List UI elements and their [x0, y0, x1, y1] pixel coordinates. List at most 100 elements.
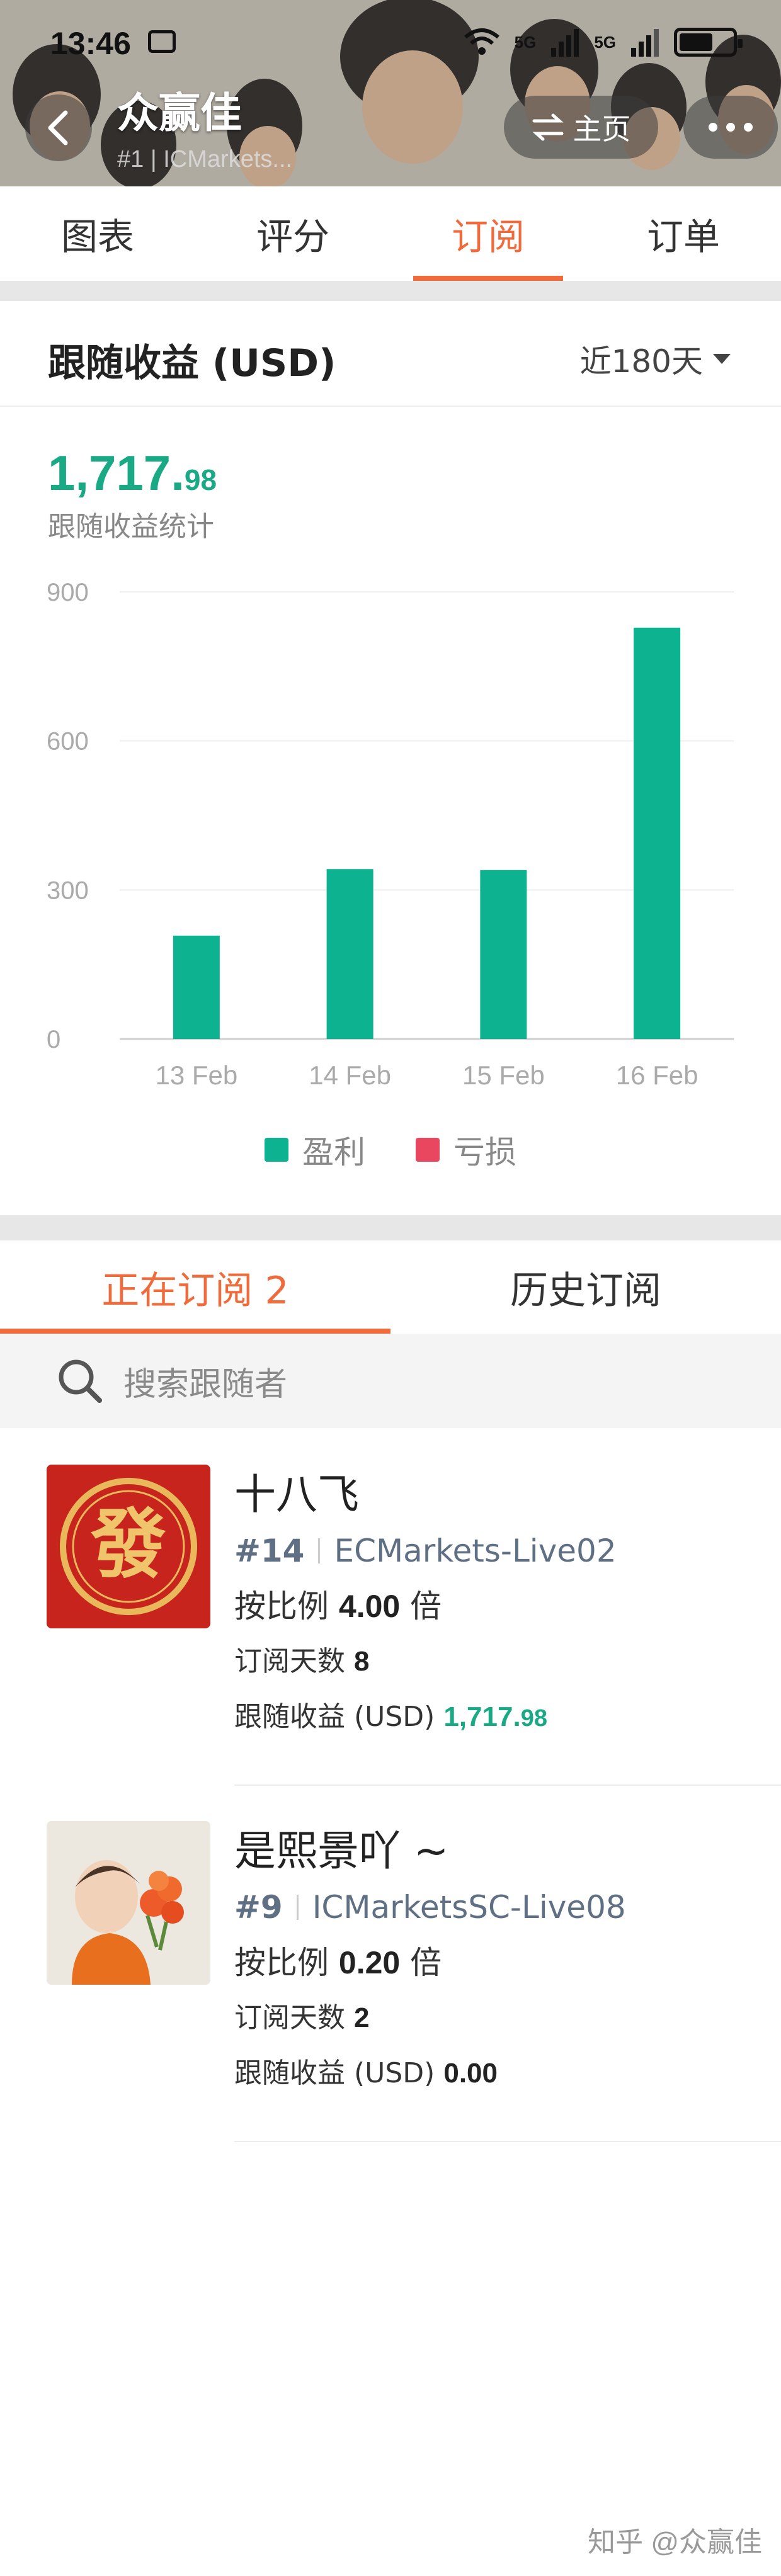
x-tick-label: 15 Feb [462, 1060, 545, 1090]
ratio-value: 4.00 [338, 1589, 401, 1624]
x-tick-label: 14 Feb [309, 1060, 391, 1090]
back-button[interactable] [25, 94, 92, 161]
x-tick-label: 13 Feb [155, 1060, 237, 1090]
caret-down-icon [713, 354, 731, 364]
profit-value: 1,717.98 [443, 1701, 547, 1732]
days-label: 订阅天数 [234, 2002, 345, 2034]
ratio-unit: 倍 [410, 1944, 442, 1981]
ratio-row: 按比例 4.00 倍 [234, 1584, 781, 1628]
chart-legend: 盈利 亏损 [0, 1127, 781, 1172]
ratio-row: 按比例 0.20 倍 [234, 1941, 781, 1985]
page-title: 众赢佳 [117, 89, 242, 137]
header-banner: 13:46 5G 5G 众赢佳 #1 | ICMarkets... 主页 [0, 0, 781, 186]
subscriber-broker: ICMarketsSC-Live08 [312, 1889, 626, 1926]
y-tick-label: 300 [47, 877, 89, 904]
tab-rating[interactable]: 评分 [195, 186, 390, 281]
y-tick-label: 0 [47, 1026, 60, 1053]
subscriber-account: #9 ICMarketsSC-Live08 [234, 1885, 781, 1929]
legend-item-profit[interactable]: 盈利 [265, 1127, 365, 1172]
ratio-unit: 倍 [410, 1588, 442, 1625]
separator [318, 1538, 321, 1563]
search-icon [55, 1356, 105, 1405]
bar-16-feb[interactable] [634, 627, 681, 1039]
ratio-label: 按比例 [234, 1944, 329, 1981]
battery-icon [674, 28, 743, 57]
days-label: 订阅天数 [234, 1645, 345, 1677]
home-button[interactable]: 主页 [504, 96, 658, 159]
signal-2-icon [631, 29, 659, 57]
tab-history-subscriptions[interactable]: 历史订阅 [390, 1240, 781, 1334]
profit-label: 跟随收益 (USD) [234, 1701, 435, 1733]
earnings-bar-chart: 0 300 600 900 13 Feb 14 Feb 15 Feb 16 Feb [47, 579, 734, 1090]
subscriber-info: 十八飞 #14 ECMarkets-Live02 按比例 4.00 倍 订阅天数… [234, 1465, 781, 1739]
search-bar[interactable]: 搜索跟随者 [0, 1334, 781, 1428]
profit-decimal: 98 [520, 1705, 547, 1732]
search-placeholder: 搜索跟随者 [123, 1365, 288, 1404]
bar-13-feb[interactable] [173, 935, 220, 1039]
profit-integer: 0.00 [443, 2058, 498, 2089]
days-row: 订阅天数 2 [234, 1996, 781, 2040]
subscriber-account: #14 ECMarkets-Live02 [234, 1529, 781, 1573]
section-divider [0, 1215, 781, 1240]
chart-y-ticks: 0 300 600 900 [47, 579, 89, 1053]
legend-label-loss: 亏损 [453, 1134, 516, 1171]
chevron-left-icon [48, 110, 68, 145]
signal-1-icon [551, 29, 579, 57]
signal-1-label: 5G [514, 32, 537, 52]
y-tick-label: 900 [47, 579, 89, 606]
ratio-label: 按比例 [234, 1588, 329, 1625]
profit-value: 0.00 [443, 2058, 498, 2089]
total-earnings: 1,717.98 [48, 445, 217, 502]
ratio-value: 0.20 [338, 1945, 401, 1980]
profit-integer: 1,717. [443, 1701, 521, 1732]
total-earnings-integer: 1,717. [48, 445, 185, 501]
more-dot-icon [726, 123, 735, 132]
days-value: 2 [354, 2002, 370, 2033]
legend-swatch-loss [416, 1138, 440, 1162]
signal-2-label: 5G [594, 32, 616, 52]
subscriber-name: 十八飞 [234, 1470, 359, 1519]
status-bar: 13:46 5G 5G [0, 0, 781, 76]
list-item[interactable]: 是熙景吖 ~ #9 ICMarketsSC-Live08 按比例 0.20 倍 … [0, 1786, 781, 2142]
status-icons: 5G 5G [463, 26, 743, 58]
avatar[interactable]: 發 [47, 1465, 210, 1628]
total-earnings-decimal: 98 [184, 463, 217, 496]
legend-item-loss[interactable]: 亏损 [416, 1127, 516, 1172]
more-button[interactable] [683, 96, 778, 159]
tab-subscription[interactable]: 订阅 [390, 186, 586, 281]
bar-15-feb[interactable] [480, 870, 527, 1039]
profit-row: 跟随收益 (USD) 0.00 [234, 2051, 781, 2096]
subscriber-rank: #14 [234, 1533, 305, 1569]
page-subtitle: #1 | ICMarkets... [117, 146, 293, 173]
subscriber-broker: ECMarkets-Live02 [334, 1533, 617, 1569]
chart-x-ticks: 13 Feb 14 Feb 15 Feb 16 Feb [155, 1060, 698, 1090]
watermark: 知乎 @众赢佳 [588, 2527, 762, 2558]
list-item[interactable]: 發 十八飞 #14 ECMarkets-Live02 按比例 4.00 倍 订阅… [0, 1429, 781, 1786]
legend-swatch-profit [265, 1138, 288, 1162]
range-label: 近180天 [579, 343, 703, 380]
profit-row: 跟随收益 (USD) 1,717.98 [234, 1695, 781, 1739]
avatar[interactable] [47, 1821, 210, 1985]
home-label: 主页 [573, 112, 631, 146]
child-photo-icon [47, 1821, 210, 1985]
subscriber-rank: #9 [234, 1889, 283, 1926]
tab-current-subscriptions[interactable]: 正在订阅 2 [0, 1240, 390, 1334]
range-dropdown[interactable]: 近180天 [580, 336, 731, 382]
subscriber-info: 是熙景吖 ~ #9 ICMarketsSC-Live08 按比例 0.20 倍 … [234, 1821, 781, 2096]
tab-orders[interactable]: 订单 [586, 186, 781, 281]
x-tick-label: 16 Feb [616, 1060, 698, 1090]
profit-label: 跟随收益 (USD) [234, 2057, 435, 2089]
legend-label-profit: 盈利 [302, 1134, 365, 1171]
fortune-coin-icon: 發 [47, 1465, 210, 1628]
wifi-icon [464, 28, 499, 55]
days-value: 8 [354, 1646, 370, 1677]
total-earnings-label: 跟随收益统计 [48, 511, 214, 543]
bar-14-feb[interactable] [326, 869, 373, 1039]
tab-chart[interactable]: 图表 [0, 186, 195, 281]
separator [296, 1895, 299, 1920]
avatar-text: 發 [90, 1500, 166, 1589]
subscription-tabs: 正在订阅 2 历史订阅 [0, 1240, 781, 1334]
earnings-header: 跟随收益 (USD) 近180天 [0, 301, 781, 407]
y-tick-label: 600 [47, 728, 89, 756]
row-divider [234, 2141, 781, 2142]
